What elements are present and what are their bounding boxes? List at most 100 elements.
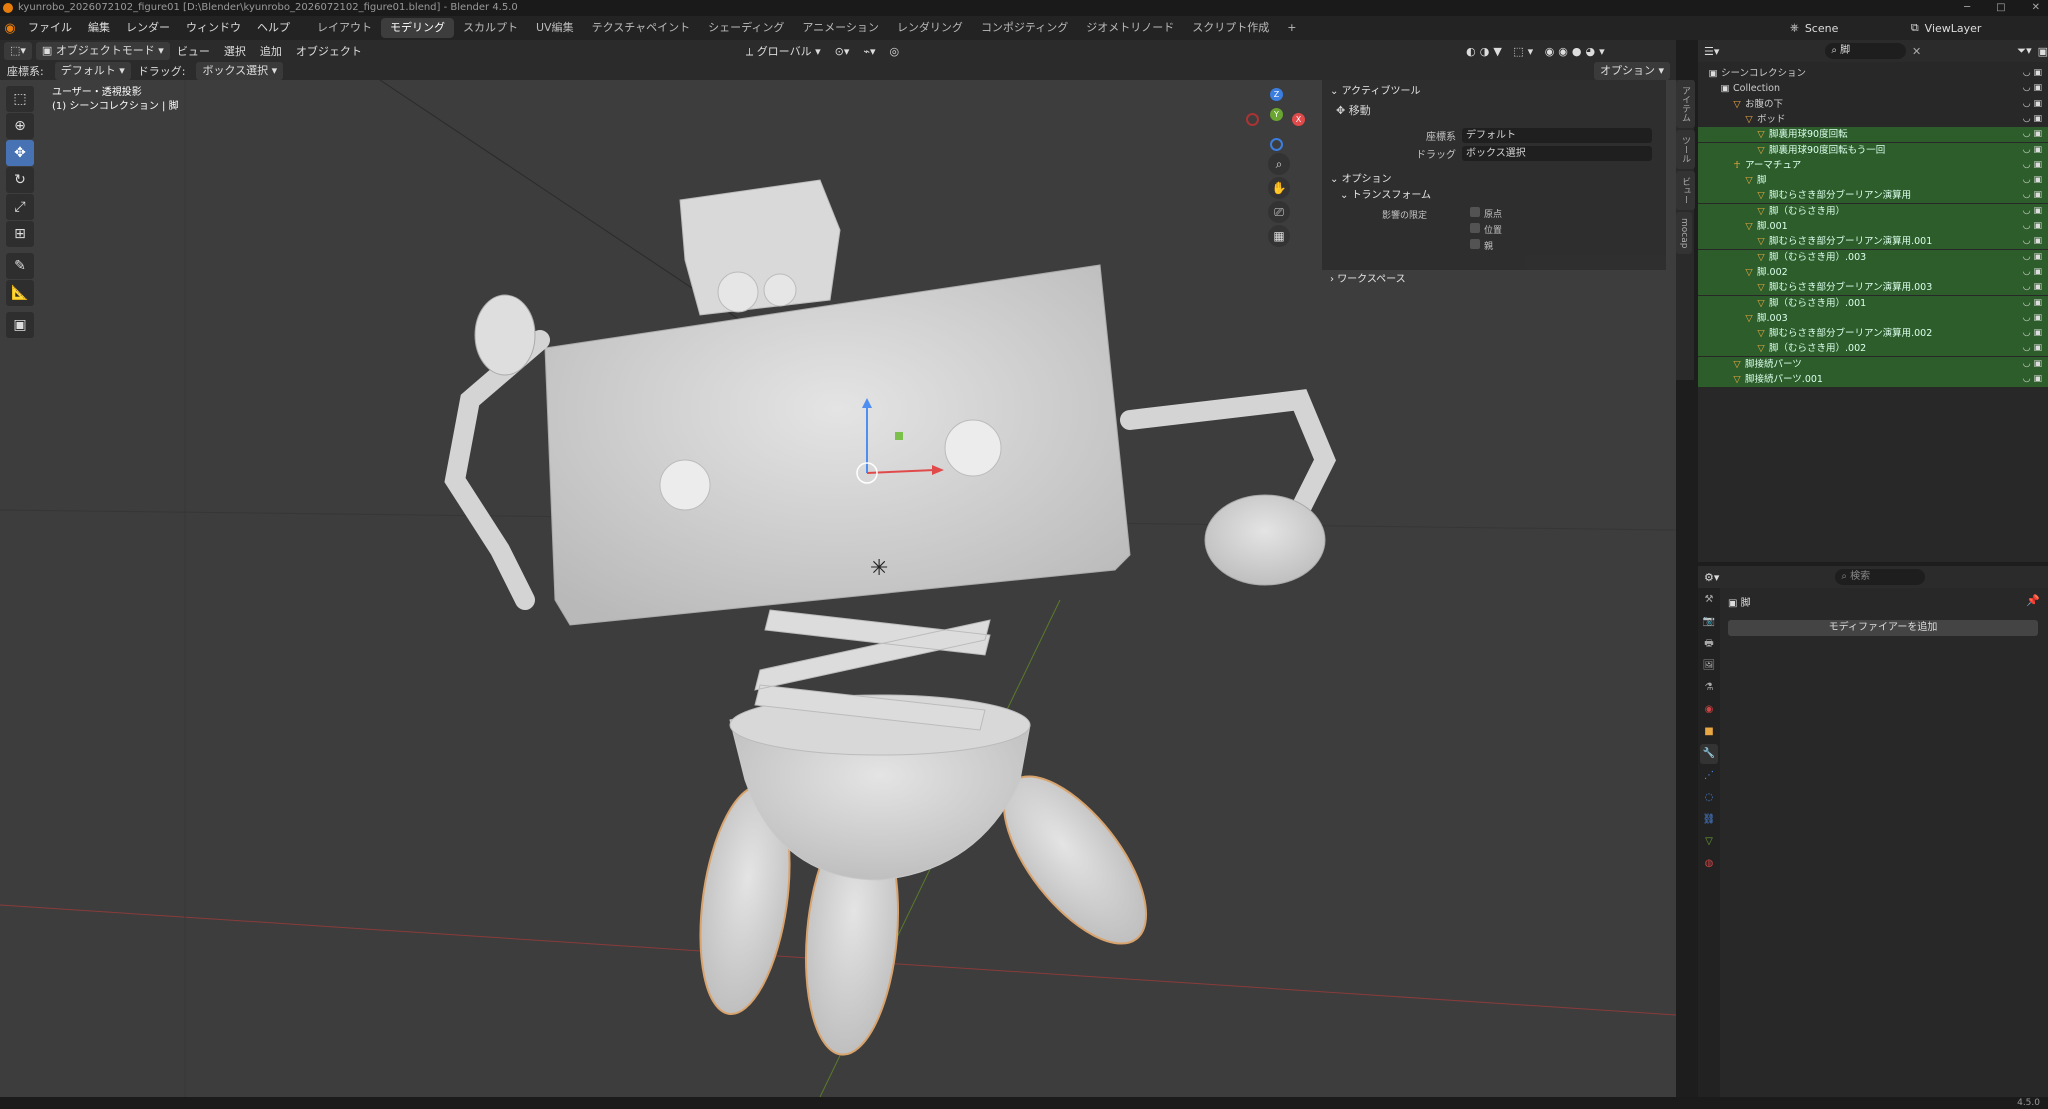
cursor-icon[interactable]: ⊕ [6, 113, 34, 139]
outliner-row[interactable]: ▽ 脚むらさき部分ブーリアン演算用.001 ◡ ▣ [1698, 234, 2048, 250]
gizmo-plane-handle[interactable] [895, 432, 903, 440]
visibility-toggle-icon[interactable]: ◡ ▣ [2023, 311, 2042, 326]
visibility-toggle-icon[interactable]: ◡ ▣ [2023, 158, 2042, 173]
viewlayer-selector[interactable]: ViewLayer [1925, 22, 1982, 35]
close-button[interactable]: ✕ [2032, 0, 2040, 16]
menu-view[interactable]: ビュー [170, 43, 217, 59]
tab-tool[interactable]: ツール [1676, 130, 1695, 169]
outliner-row[interactable]: ▽ 脚（むらさき用）.003 ◡ ▣ [1698, 249, 2048, 265]
snap-icon[interactable]: ⌁▾ [856, 45, 882, 58]
gizmo-z-circle[interactable]: Z [1270, 88, 1283, 101]
visibility-toggle-icon[interactable]: ◡ ▣ [2023, 265, 2042, 280]
rotate-icon[interactable]: ↻ [6, 167, 34, 193]
outliner-row[interactable]: ▣ シーンコレクション ◡ ▣ [1698, 66, 2048, 81]
tab-mocap[interactable]: mocap [1676, 212, 1692, 255]
outliner-search-field[interactable]: ⌕ 脚 [1825, 43, 1907, 59]
tool-tab-icon[interactable]: ⚒ [1700, 590, 1718, 610]
pin-icon[interactable]: 📌 [2026, 594, 2040, 607]
pivot-icon[interactable]: ⊙▾ [828, 45, 857, 58]
outliner-row[interactable]: ▽ 脚.003 ◡ ▣ [1698, 310, 2048, 326]
tab-workspace-8[interactable]: コンポジティング [972, 18, 1077, 38]
outliner-row[interactable]: ▽ 脚接続パーツ ◡ ▣ [1698, 356, 2048, 372]
options-header[interactable]: ⌄ オプション [1330, 172, 1392, 188]
annotate-icon[interactable]: ✎ [6, 253, 34, 279]
orient-row-dropdown[interactable]: デフォルト [1462, 127, 1652, 143]
drag-dropdown[interactable]: ボックス選択 ▾ [196, 62, 284, 80]
outliner-row[interactable]: ▽ ボッド ◡ ▣ [1698, 112, 2048, 127]
active-tool-header[interactable]: ⌄ アクティブツール [1330, 84, 1420, 100]
affect-parent-checkbox[interactable]: 親 [1470, 239, 1502, 255]
menu-window[interactable]: ウィンドウ [178, 16, 249, 40]
outliner-row[interactable]: ▽ 脚むらさき部分ブーリアン演算用 ◡ ▣ [1698, 188, 2048, 204]
tab-workspace-3[interactable]: UV編集 [527, 18, 583, 38]
measure-icon[interactable]: 📐 [6, 280, 34, 306]
menu-add[interactable]: 追加 [253, 43, 289, 59]
tab-workspace-9[interactable]: ジオメトリノード [1077, 18, 1183, 38]
transform-header[interactable]: ⌄ トランスフォーム [1340, 188, 1431, 204]
outliner-row[interactable]: ▽ 脚（むらさき用）.001 ◡ ▣ [1698, 295, 2048, 311]
modifier-tab-icon[interactable]: 🔧 [1700, 744, 1718, 764]
outliner-row[interactable]: ▽ 脚むらさき部分ブーリアン演算用.002 ◡ ▣ [1698, 326, 2048, 342]
visibility-toggle-icon[interactable]: ◡ ▣ [2023, 326, 2042, 341]
properties-search-field[interactable]: ⌕ 検索 [1835, 569, 1926, 585]
menu-edit[interactable]: 編集 [80, 16, 118, 40]
visibility-toggle-icon[interactable]: ◡ ▣ [2023, 112, 2042, 127]
visibility-toggle-icon[interactable]: ◡ ▣ [2023, 173, 2042, 188]
outliner-row[interactable]: ▣ Collection ◡ ▣ [1698, 81, 2048, 96]
tab-workspace-4[interactable]: テクスチャペイント [583, 18, 700, 38]
tab-workspace-10[interactable]: スクリプト作成 [1183, 18, 1278, 38]
visibility-toggle-icon[interactable]: ◡ ▣ [2023, 250, 2042, 265]
material-tab-icon[interactable]: ◍ [1700, 854, 1718, 874]
outliner-row[interactable]: ▽ 脚（むらさき用）.002 ◡ ▣ [1698, 341, 2048, 357]
visibility-toggle-icon[interactable]: ◡ ▣ [2023, 296, 2042, 311]
view-layer-tab-icon[interactable]: 🖼 [1700, 656, 1718, 676]
orientation-selector[interactable]: ⟂ グローバル ▾ [739, 43, 828, 59]
3d-viewport[interactable]: ✳ ⬚ ⊕ ✥ ↻ ⤢ ⊞ ✎ 📐 ▣ ユーザー・透視投影 (1) シーンコレクション | 脚 … [0, 80, 1676, 1097]
transform-icon[interactable]: ⊞ [6, 221, 34, 247]
add-cube-icon[interactable]: ▣ [6, 312, 34, 338]
outliner-row[interactable]: ▽ 脚 ◡ ▣ [1698, 173, 2048, 189]
visibility-toggle-icon[interactable]: ◡ ▣ [2023, 280, 2042, 295]
scene-selector[interactable]: Scene [1805, 22, 1865, 35]
pan-hand-icon[interactable]: ✋ [1268, 177, 1290, 199]
add-workspace-button[interactable]: + [1278, 18, 1305, 38]
tab-workspace-1[interactable]: モデリング [381, 18, 454, 38]
navigation-gizmo[interactable]: Z Y X ⌕ ✋ ⎚ ▦ [1240, 80, 1310, 250]
affect-location-checkbox[interactable]: 位置 [1470, 223, 1502, 239]
clear-search-icon[interactable]: ✕ [1912, 45, 1921, 58]
minimize-button[interactable]: ─ [1964, 0, 1970, 16]
zoom-icon[interactable]: ⌕ [1268, 153, 1290, 175]
outliner-row[interactable]: ☥ アーマチュア ◡ ▣ [1698, 157, 2048, 173]
menu-render[interactable]: レンダー [118, 16, 178, 40]
blender-menu-icon[interactable]: ◉ [0, 21, 20, 36]
tab-workspace-0[interactable]: レイアウト [308, 18, 381, 38]
tab-view[interactable]: ビュー [1676, 171, 1695, 210]
visibility-toggle-icon[interactable]: ◡ ▣ [2023, 97, 2042, 112]
outliner-row[interactable]: ▽ 脚接続パーツ.001 ◡ ▣ [1698, 372, 2048, 387]
proportional-icon[interactable]: ◎ [883, 45, 907, 58]
visibility-toggle-icon[interactable]: ◡ ▣ [2023, 234, 2042, 249]
scene-tab-icon[interactable]: ⚗ [1700, 678, 1718, 698]
drag-row-dropdown[interactable]: ボックス選択 [1462, 145, 1652, 161]
cursor-select-icon[interactable]: ⬚ [6, 86, 34, 112]
add-modifier-button[interactable]: モディファイアーを追加 [1728, 620, 2038, 636]
outliner-row[interactable]: ▽ お腹の下 ◡ ▣ [1698, 97, 2048, 112]
visibility-toggle-icon[interactable]: ◡ ▣ [2023, 143, 2042, 158]
outliner-row[interactable]: ▽ 脚.002 ◡ ▣ [1698, 264, 2048, 280]
camera-view-icon[interactable]: ⎚ [1268, 201, 1290, 223]
menu-file[interactable]: ファイル [20, 16, 80, 40]
object-tab-icon[interactable]: ■ [1700, 722, 1718, 742]
outliner-row[interactable]: ▽ 脚裏用球90度回転もう一回 ◡ ▣ [1698, 142, 2048, 158]
filter-icon[interactable]: ⏷▾ [2017, 44, 2031, 58]
visibility-toggle-icon[interactable]: ◡ ▣ [2023, 66, 2042, 81]
maximize-button[interactable]: □ [1996, 0, 2005, 16]
outliner-editor-icon[interactable]: ☰▾ [1704, 45, 1719, 58]
world-tab-icon[interactable]: ◉ [1700, 700, 1718, 720]
visibility-toggle-icon[interactable]: ◡ ▣ [2023, 219, 2042, 234]
menu-select[interactable]: 選択 [217, 43, 253, 59]
options-dropdown[interactable]: オプション ▾ [1593, 62, 1670, 80]
outliner-row[interactable]: ▽ 脚裏用球90度回転 ◡ ▣ [1698, 127, 2048, 143]
gizmo-x-circle[interactable]: X [1292, 113, 1305, 126]
gizmo-y-circle[interactable]: Y [1270, 108, 1283, 121]
tab-workspace-6[interactable]: アニメーション [793, 18, 888, 38]
